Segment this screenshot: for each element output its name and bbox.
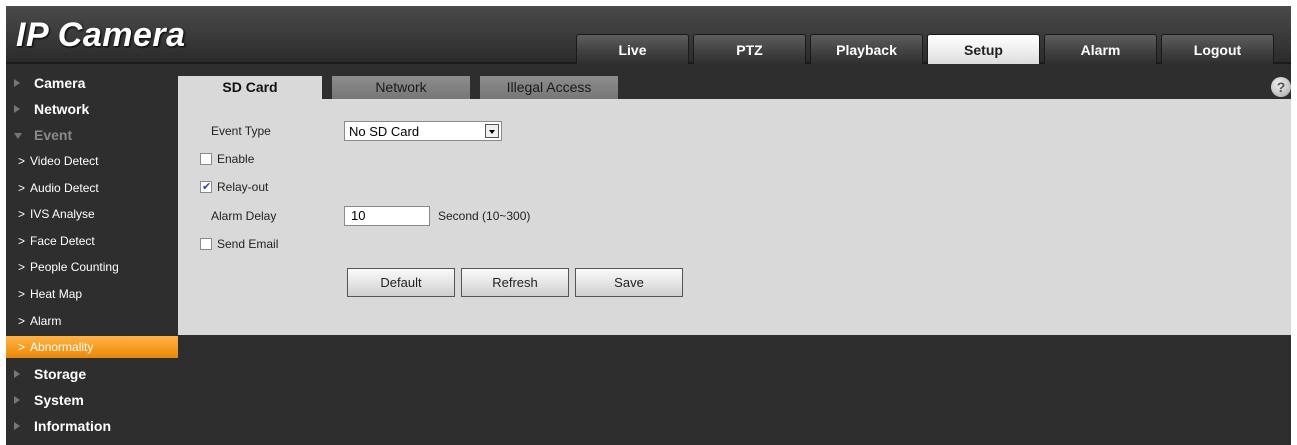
refresh-button[interactable]: Refresh (461, 268, 569, 297)
sidebar-group-label: Information (34, 417, 111, 434)
sidebar-group-network[interactable]: Network (6, 98, 178, 120)
sidebar-group-label: Network (34, 101, 90, 117)
chevron-right-icon: > (18, 180, 26, 195)
sidebar-item-ivs-analyse[interactable]: > IVS Analyse (6, 203, 178, 225)
top-navigation: Live PTZ Playback Setup Alarm Logout (576, 34, 1278, 64)
app-logo: IP Camera (16, 16, 186, 54)
sidebar-group-label: Event (34, 127, 73, 143)
enable-label: Enable (217, 152, 255, 166)
event-type-label: Event Type (211, 124, 271, 138)
tab-alarm[interactable]: Alarm (1044, 34, 1157, 64)
chevron-right-icon: > (18, 260, 26, 275)
tab-logout[interactable]: Logout (1161, 34, 1274, 64)
sidebar: Camera Network Event > Video Detect > Audi… (6, 72, 178, 441)
send-email-label: Send Email (217, 237, 279, 251)
collapsed-triangle-icon (14, 421, 20, 430)
content-area: SD Card Network Illegal Access ? Event T… (178, 76, 1291, 335)
send-email-checkbox[interactable] (200, 238, 212, 250)
save-button[interactable]: Save (575, 268, 683, 297)
sidebar-item-video-detect[interactable]: > Video Detect (6, 150, 178, 172)
chevron-right-icon: > (18, 313, 26, 328)
subtab-network[interactable]: Network (332, 76, 470, 99)
sidebar-item-heat-map[interactable]: > Heat Map (6, 283, 178, 305)
alarm-delay-input[interactable]: 10 (344, 206, 430, 226)
tab-setup[interactable]: Setup (927, 34, 1040, 64)
sidebar-item-label: Face Detect (30, 233, 95, 248)
chevron-right-icon: > (18, 340, 26, 355)
sidebar-item-abnormality[interactable]: > Abnormality (6, 336, 178, 359)
sidebar-item-audio-detect[interactable]: > Audio Detect (6, 177, 178, 199)
app-window: IP Camera Live PTZ Playback Setup Alarm … (6, 6, 1291, 445)
sidebar-group-storage[interactable]: Storage (6, 363, 178, 385)
collapsed-triangle-icon (14, 105, 20, 113)
sidebar-item-label: Heat Map (30, 286, 83, 301)
event-type-value: No SD Card (349, 124, 420, 139)
chevron-right-icon: > (18, 233, 26, 248)
relay-out-label: Relay-out (217, 180, 269, 194)
tab-playback[interactable]: Playback (810, 34, 923, 64)
enable-checkbox[interactable] (200, 153, 212, 165)
sidebar-item-label: Audio Detect (30, 180, 99, 195)
event-type-select[interactable]: No SD Card (344, 121, 502, 141)
sidebar-group-label: Camera (34, 75, 86, 91)
sidebar-group-camera[interactable]: Camera (6, 72, 178, 94)
settings-panel: Event Type No SD Card Enable Relay-out A… (178, 99, 1291, 335)
sidebar-item-label: People Counting (30, 260, 119, 275)
sidebar-item-alarm[interactable]: > Alarm (6, 310, 178, 332)
relay-out-checkbox[interactable] (200, 180, 212, 193)
sidebar-item-label: Video Detect (30, 154, 99, 168)
chevron-right-icon: > (18, 286, 26, 301)
alarm-delay-label: Alarm Delay (211, 209, 277, 223)
sidebar-group-system[interactable]: System (6, 389, 178, 411)
subtab-bar: SD Card Network Illegal Access ? (178, 76, 1291, 99)
subtab-sd-card[interactable]: SD Card (178, 76, 322, 99)
collapsed-triangle-icon (14, 369, 20, 378)
collapsed-triangle-icon (14, 79, 20, 87)
sidebar-item-people-counting[interactable]: > People Counting (6, 256, 178, 278)
sidebar-item-face-detect[interactable]: > Face Detect (6, 230, 178, 252)
sidebar-item-label: Abnormality (30, 340, 94, 355)
sidebar-group-label: System (34, 391, 84, 408)
sidebar-group-event[interactable]: Event (6, 124, 178, 146)
expanded-triangle-icon (14, 133, 22, 139)
default-button[interactable]: Default (347, 268, 455, 297)
dropdown-arrow-icon[interactable] (485, 124, 499, 138)
sidebar-group-label: Storage (34, 365, 87, 382)
collapsed-triangle-icon (14, 395, 20, 404)
sidebar-item-label: Alarm (30, 313, 62, 328)
sidebar-group-information[interactable]: Information (6, 415, 178, 437)
subtab-illegal-access[interactable]: Illegal Access (480, 76, 618, 99)
sidebar-item-label: IVS Analyse (30, 207, 95, 222)
tab-ptz[interactable]: PTZ (693, 34, 806, 64)
tab-live[interactable]: Live (576, 34, 689, 64)
header: IP Camera Live PTZ Playback Setup Alarm … (6, 6, 1291, 64)
alarm-delay-unit: Second (10~300) (438, 209, 531, 223)
chevron-right-icon: > (18, 154, 26, 168)
chevron-right-icon: > (18, 207, 26, 222)
help-icon[interactable]: ? (1271, 77, 1291, 97)
